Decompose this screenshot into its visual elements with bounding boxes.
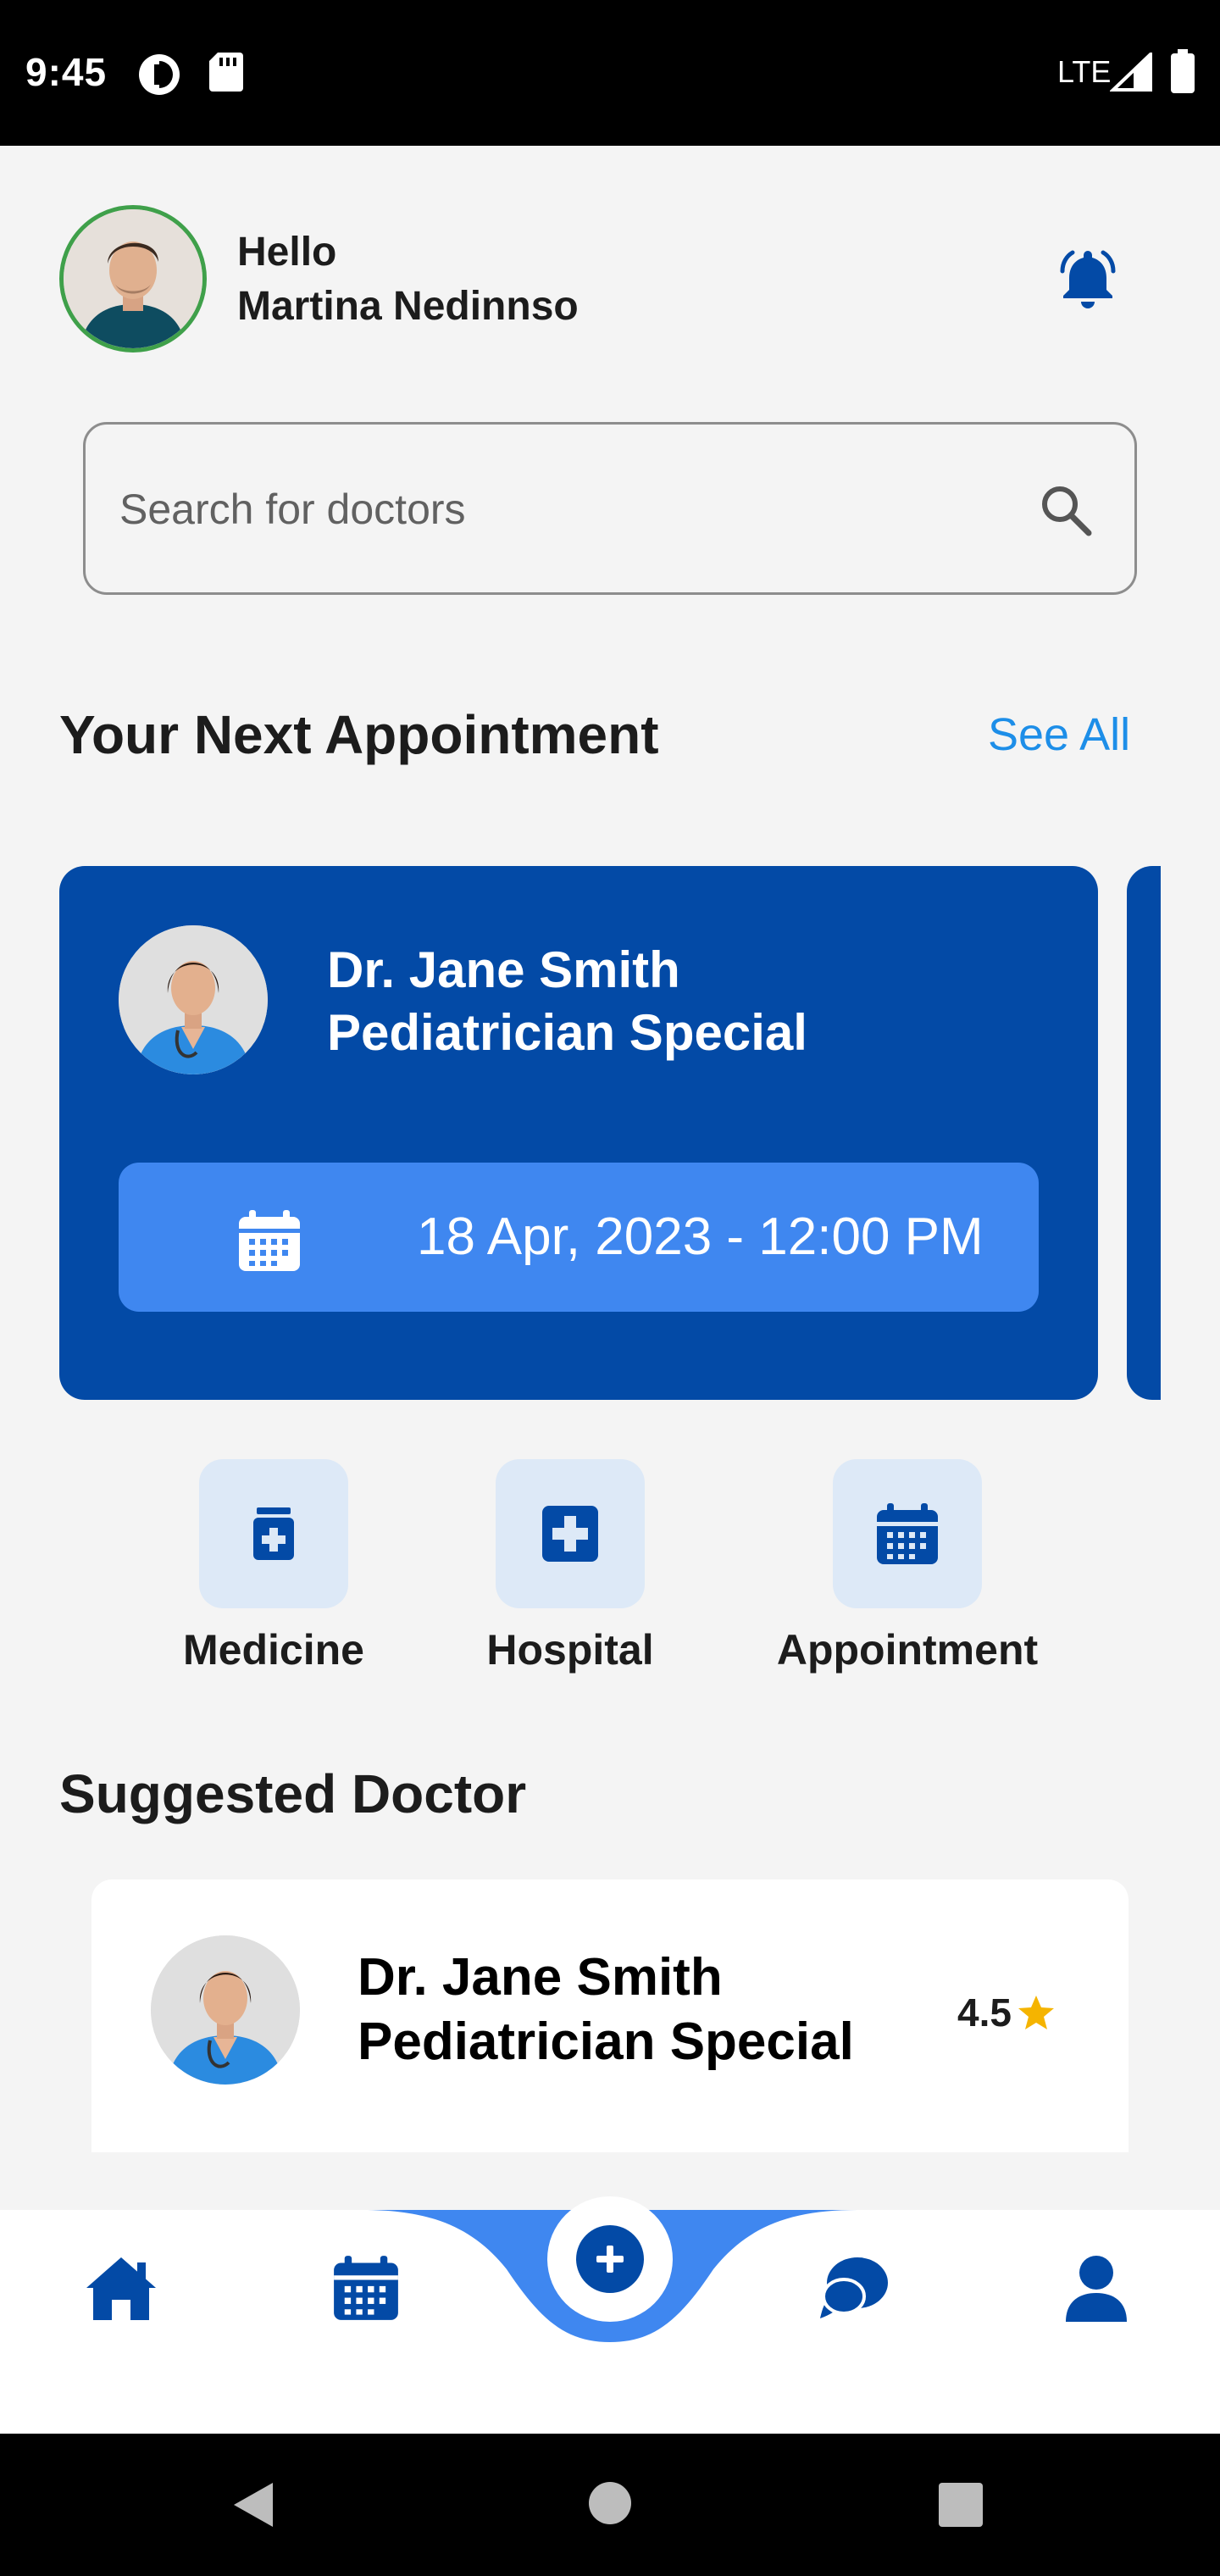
appointment-tile[interactable] xyxy=(833,1459,982,1608)
doctor-avatar xyxy=(119,925,268,1074)
calendar-icon xyxy=(237,1208,302,1277)
medicine-tile[interactable] xyxy=(199,1459,348,1608)
next-appointment-card-peek[interactable] xyxy=(1127,866,1161,1400)
search-icon[interactable] xyxy=(1036,480,1097,546)
hospital-tile[interactable] xyxy=(496,1459,645,1608)
doctor-avatar xyxy=(151,1935,300,2085)
suggested-doctor-info: Dr. Jane Smith Pediatrician Special xyxy=(358,1946,854,2074)
search-box[interactable] xyxy=(83,422,1137,595)
appointment-doctor-info: Dr. Jane Smith Pediatrician Special xyxy=(327,939,807,1064)
suggested-doctor-title: Suggested Doctor xyxy=(59,1763,527,1824)
hospital-label: Hospital xyxy=(486,1626,654,1674)
user-avatar[interactable] xyxy=(59,205,207,353)
star-icon xyxy=(1018,1996,1054,2029)
doctor-rating: 4.5 xyxy=(957,1990,1056,2035)
suggested-doctor-name: Dr. Jane Smith xyxy=(358,1948,723,2007)
add-button[interactable] xyxy=(547,2196,673,2322)
medicine-bottle-icon xyxy=(253,1507,294,1560)
recent-apps-icon[interactable] xyxy=(939,2483,983,2531)
appointment-doctor-specialty: Pediatrician Special xyxy=(327,1004,807,1061)
battery-icon xyxy=(1171,49,1195,97)
cell-signal-icon xyxy=(1109,50,1152,96)
user-name: Martina Nedinnso xyxy=(237,284,579,329)
sd-card-icon xyxy=(209,53,243,96)
nav-home-icon[interactable] xyxy=(85,2254,158,2326)
nav-profile-icon[interactable] xyxy=(1064,2254,1128,2326)
appointment-datetime: 18 Apr, 2023 - 12:00 PM xyxy=(417,1208,984,1266)
search-input[interactable] xyxy=(119,470,1018,548)
status-bar: 9:45 LTE xyxy=(0,0,1220,146)
privacy-indicator-icon xyxy=(137,53,181,101)
calendar-icon xyxy=(877,1503,938,1564)
plus-circle-icon xyxy=(576,2225,644,2293)
hospital-cross-icon xyxy=(542,1506,598,1562)
suggested-doctor-card[interactable]: Dr. Jane Smith Pediatrician Special 4.5 xyxy=(92,1879,1128,2152)
notification-bell-icon[interactable] xyxy=(1056,246,1120,314)
network-type: LTE xyxy=(1057,54,1112,89)
nav-calendar-icon[interactable] xyxy=(332,2254,400,2326)
nav-chat-icon[interactable] xyxy=(818,2254,890,2326)
quick-action-hospital[interactable]: Hospital xyxy=(456,1459,685,1674)
greeting: Hello Martina Nedinnso xyxy=(237,225,579,334)
see-all-link[interactable]: See All xyxy=(988,708,1130,761)
back-icon[interactable] xyxy=(230,2481,274,2533)
appointment-card[interactable]: Dr. Jane Smith Pediatrician Special 18 A… xyxy=(59,866,1098,1400)
quick-action-medicine[interactable]: Medicine xyxy=(159,1459,388,1674)
appointment-label: Appointment xyxy=(776,1626,1039,1674)
suggested-doctor-specialty: Pediatrician Special xyxy=(358,2012,854,2071)
appointment-doctor-name: Dr. Jane Smith xyxy=(327,941,680,998)
status-time: 9:45 xyxy=(25,50,108,94)
medicine-label: Medicine xyxy=(183,1626,364,1674)
appointment-datetime-pill: 18 Apr, 2023 - 12:00 PM xyxy=(119,1163,1039,1312)
home-circle-icon[interactable] xyxy=(588,2481,632,2529)
greeting-hello: Hello xyxy=(237,230,337,275)
next-appointment-title: Your Next Appointment xyxy=(59,704,659,765)
quick-action-appointment[interactable]: Appointment xyxy=(762,1459,1052,1674)
rating-value: 4.5 xyxy=(957,1990,1012,2035)
